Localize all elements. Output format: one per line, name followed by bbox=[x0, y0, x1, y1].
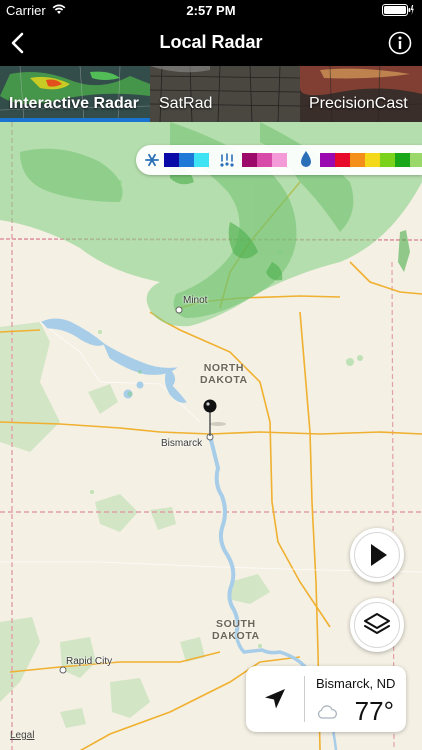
tab-label: Interactive Radar bbox=[9, 95, 139, 112]
page-title: Local Radar bbox=[159, 32, 263, 52]
legend-swatch bbox=[320, 153, 335, 167]
location-name: Bismarck, ND bbox=[316, 676, 396, 691]
legend-swatch bbox=[194, 153, 209, 167]
legend-swatches bbox=[145, 151, 422, 167]
city-label-minot: Minot bbox=[183, 295, 208, 306]
legend-swatch bbox=[395, 153, 410, 167]
state-label-north-dakota: NORTH DAKOTA bbox=[200, 362, 248, 386]
tab-label: PrecisionCast bbox=[309, 95, 408, 112]
legend-swatch bbox=[335, 153, 350, 167]
play-button[interactable] bbox=[350, 528, 404, 582]
current-conditions-card[interactable]: Bismarck, ND 77° bbox=[246, 666, 406, 732]
legend-swatch bbox=[350, 153, 365, 167]
legend-swatch bbox=[272, 153, 287, 167]
info-icon bbox=[388, 31, 412, 55]
mix-icon bbox=[220, 153, 234, 167]
status-time: 2:57 PM bbox=[186, 3, 236, 18]
legend-swatch bbox=[380, 153, 395, 167]
play-icon bbox=[371, 544, 387, 566]
layers-icon bbox=[364, 613, 390, 634]
legal-link[interactable]: Legal bbox=[10, 730, 34, 741]
current-location-button[interactable] bbox=[260, 684, 290, 714]
tab-precisioncast[interactable]: PrecisionCast bbox=[300, 66, 422, 122]
tab-interactive-radar[interactable]: Interactive Radar bbox=[0, 66, 150, 122]
map-canvas bbox=[0, 122, 422, 750]
navigation-bar: Local Radar bbox=[0, 20, 422, 66]
radar-tabs: Interactive Radar SatRad PrecisionCast bbox=[0, 66, 422, 122]
precipitation-legend bbox=[136, 145, 422, 175]
city-label-rapid-city: Rapid City bbox=[66, 656, 113, 667]
snowflake-icon bbox=[145, 153, 159, 167]
legend-swatch bbox=[164, 153, 179, 167]
cloud-icon bbox=[317, 705, 338, 719]
info-button[interactable] bbox=[388, 31, 412, 55]
card-divider bbox=[304, 676, 305, 722]
location-arrow-icon bbox=[265, 689, 285, 709]
tab-satrad[interactable]: SatRad bbox=[150, 66, 300, 122]
legend-swatch bbox=[257, 153, 272, 167]
layers-button[interactable] bbox=[350, 598, 404, 652]
raindrop-icon bbox=[301, 151, 311, 167]
tab-label: SatRad bbox=[159, 95, 213, 112]
status-bar: Carrier 2:57 PM bbox=[0, 0, 422, 20]
legend-swatch bbox=[179, 153, 194, 167]
radar-thumbnail bbox=[0, 66, 150, 122]
battery-icon bbox=[382, 4, 414, 16]
satrad-thumbnail bbox=[150, 66, 300, 122]
precisioncast-thumbnail bbox=[300, 66, 422, 122]
legend-swatch bbox=[242, 153, 257, 167]
legend-swatch bbox=[365, 153, 380, 167]
radar-map[interactable]: Minot Bismarck Rapid City NORTH DAKOTA S… bbox=[0, 122, 422, 750]
state-label-south-dakota: SOUTH DAKOTA bbox=[212, 618, 260, 642]
city-label-bismarck: Bismarck bbox=[161, 438, 203, 449]
temperature-value: 77° bbox=[354, 696, 394, 726]
